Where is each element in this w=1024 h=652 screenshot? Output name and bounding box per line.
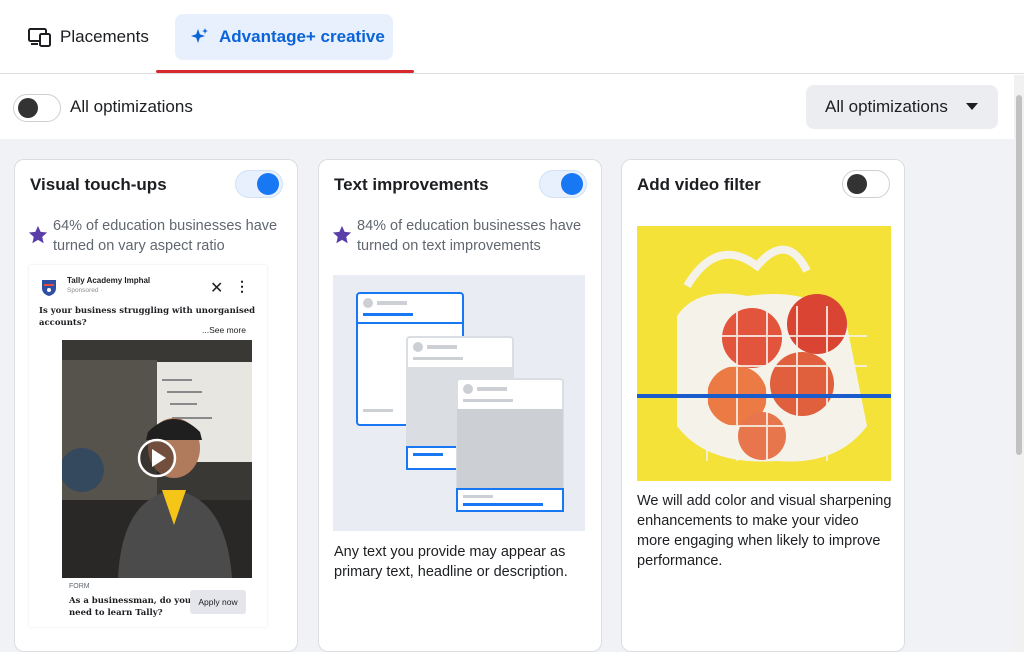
scrollbar[interactable]: [1014, 75, 1024, 652]
card-description: Any text you provide may appear as prima…: [334, 544, 568, 580]
stat-text: 64% of education businesses have turned …: [53, 218, 278, 254]
toggle-knob: [257, 173, 279, 195]
tab-advantage-label: Advantage+ creative: [219, 27, 385, 46]
apply-now-button[interactable]: Apply now: [190, 590, 246, 614]
dropdown-value: All optimizations: [825, 97, 948, 116]
ad-header: Tally Academy Imphal Sponsored · ✕ ⋮: [39, 273, 259, 299]
more-options-icon[interactable]: ⋮: [235, 278, 249, 295]
card-title: Add video filter: [637, 175, 761, 194]
star-icon: [28, 225, 48, 244]
video-filter-illustration: [637, 226, 891, 481]
text-improvements-toggle[interactable]: [539, 170, 587, 198]
visual-touch-ups-toggle[interactable]: [235, 170, 283, 198]
all-optimizations-toggle[interactable]: [13, 94, 61, 122]
video-frame: [62, 340, 252, 578]
card-add-video-filter: Add video filter We will add color and v…: [621, 159, 905, 652]
card-stat: 64% of education businesses have turned …: [27, 216, 289, 256]
card-title: Visual touch-ups: [30, 175, 167, 194]
ad-sponsored: Sponsored ·: [67, 287, 103, 294]
tab-advantage-creative[interactable]: Advantage+ creative: [175, 14, 393, 60]
toggle-knob: [561, 173, 583, 195]
tab-bar: Placements Advantage+ creative: [0, 0, 1024, 74]
caret-down-icon: [966, 103, 978, 110]
page-logo-icon: [42, 280, 56, 296]
card-stat: 84% of education businesses have turned …: [331, 216, 593, 256]
all-optimizations-label: All optimizations: [70, 97, 193, 116]
ad-headline: As a businessman, do you need to learn T…: [69, 596, 192, 618]
close-icon[interactable]: ✕: [210, 278, 223, 298]
devices-icon: [28, 28, 51, 47]
see-more-link[interactable]: ...See more: [202, 325, 246, 335]
text-improvements-illustration: [333, 275, 585, 531]
toggle-knob: [847, 174, 867, 194]
stat-text: 84% of education businesses have turned …: [357, 218, 582, 254]
add-video-filter-toggle[interactable]: [842, 170, 890, 198]
ad-form-label: FORM: [69, 583, 90, 590]
card-text-improvements: Text improvements 84% of education busin…: [318, 159, 602, 652]
tab-placements[interactable]: Placements: [14, 14, 163, 60]
optimizations-dropdown[interactable]: All optimizations: [806, 85, 998, 129]
star-icon: [332, 225, 352, 244]
toggle-knob: [18, 98, 38, 118]
optimizations-toolbar: All optimizations All optimizations: [0, 75, 1024, 139]
sparkle-icon: [191, 28, 208, 43]
ad-preview: Tally Academy Imphal Sponsored · ✕ ⋮ Is …: [29, 265, 267, 627]
ad-page-name[interactable]: Tally Academy Imphal: [67, 276, 150, 285]
red-underline-annotation: [156, 70, 414, 73]
scrollbar-thumb[interactable]: [1016, 95, 1022, 455]
card-title: Text improvements: [334, 175, 489, 194]
tab-placements-label: Placements: [60, 27, 149, 46]
card-description: We will add color and visual sharpening …: [637, 493, 892, 569]
ad-video[interactable]: [62, 340, 252, 578]
mock-post-3: [456, 378, 564, 512]
